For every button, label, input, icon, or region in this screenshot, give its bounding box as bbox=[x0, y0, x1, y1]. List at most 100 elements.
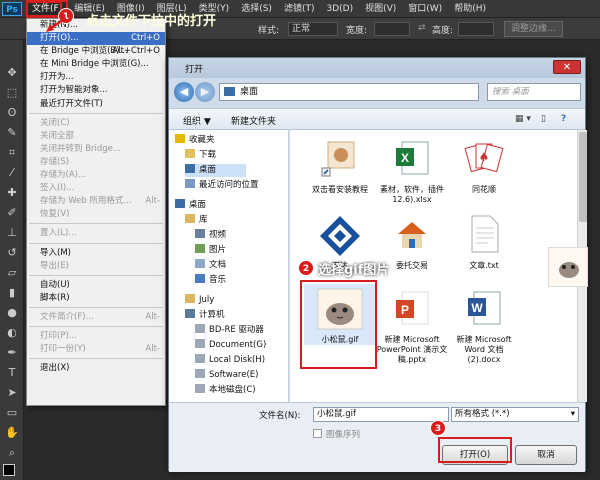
help-icon[interactable]: ? bbox=[561, 114, 566, 124]
path-select-tool-icon[interactable]: ➤ bbox=[3, 384, 21, 402]
move-tool-icon[interactable]: ✥ bbox=[3, 64, 21, 82]
menu-window[interactable]: 窗口(W) bbox=[402, 0, 448, 18]
file-item-text[interactable]: 文章.txt bbox=[448, 210, 520, 271]
file-menu-item-4[interactable]: 打开为... bbox=[27, 71, 165, 84]
nav-item-10[interactable]: July bbox=[185, 294, 214, 307]
nav-item-label: 桌面 bbox=[189, 200, 207, 210]
cancel-button[interactable]: 取消 bbox=[515, 445, 577, 465]
file-item-cards[interactable]: ♠ 同花顺 bbox=[448, 134, 520, 195]
nav-item-1[interactable]: 下载 bbox=[185, 149, 216, 162]
gradient-tool-icon[interactable]: ▮ bbox=[3, 284, 21, 302]
search-input[interactable]: 搜索 桌面 bbox=[487, 83, 581, 101]
shape-tool-icon[interactable]: ▭ bbox=[3, 404, 21, 422]
style-label: 样式: bbox=[258, 26, 280, 36]
file-menu-item-12[interactable]: 存储为(A)... bbox=[27, 169, 165, 182]
file-item-excel[interactable]: X 素材，软件，插件 12.6).xlsx bbox=[376, 134, 448, 205]
width-input[interactable] bbox=[374, 22, 410, 36]
height-input[interactable] bbox=[458, 22, 494, 36]
address-bar[interactable]: 桌面 bbox=[219, 83, 479, 101]
nav-item-13[interactable]: Document(G) bbox=[195, 339, 266, 352]
menu-select[interactable]: 选择(S) bbox=[235, 0, 278, 18]
menu-view[interactable]: 视图(V) bbox=[359, 0, 402, 18]
file-menu-item-10[interactable]: 关闭并转到 Bridge... bbox=[27, 143, 165, 156]
music-icon bbox=[195, 274, 205, 283]
blur-tool-icon[interactable]: ● bbox=[3, 304, 21, 322]
menu-filter[interactable]: 滤镜(T) bbox=[278, 0, 321, 18]
new-folder-button[interactable]: 新建文件夹 bbox=[231, 114, 276, 127]
nav-item-9[interactable]: 音乐 bbox=[195, 274, 226, 287]
dodge-tool-icon[interactable]: ◐ bbox=[3, 324, 21, 342]
nav-item-5[interactable]: 库 bbox=[185, 214, 208, 227]
file-menu-item-3[interactable]: 在 Mini Bridge 中浏览(G)... bbox=[27, 58, 165, 71]
arrow-icon bbox=[46, 16, 67, 32]
nav-item-7[interactable]: 图片 bbox=[195, 244, 226, 257]
swap-icon[interactable]: ⇄ bbox=[418, 23, 426, 33]
nav-item-2[interactable]: 桌面 bbox=[185, 164, 247, 177]
nav-item-3[interactable]: 最近访问的位置 bbox=[185, 179, 259, 192]
filename-field[interactable]: 小松鼠.gif bbox=[313, 407, 449, 422]
eraser-tool-icon[interactable]: ▱ bbox=[3, 264, 21, 282]
back-arrow-icon[interactable]: ◀ bbox=[174, 82, 194, 102]
marquee-tool-icon[interactable]: ⬚ bbox=[3, 84, 21, 102]
file-menu-item-5[interactable]: 打开为智能对象... bbox=[27, 84, 165, 97]
hand-tool-icon[interactable]: ✋ bbox=[3, 424, 21, 442]
history-brush-tool-icon[interactable]: ↺ bbox=[3, 244, 21, 262]
stamp-tool-icon[interactable]: ⊥ bbox=[3, 224, 21, 242]
brush-tool-icon[interactable]: ✐ bbox=[3, 204, 21, 222]
nav-item-label: 计算机 bbox=[199, 310, 225, 320]
file-item-shortcut[interactable]: 双击看安装教程 bbox=[304, 134, 376, 195]
file-menu-item-8[interactable]: 关闭(C) bbox=[27, 117, 165, 130]
file-menu-item-15[interactable]: 恢复(V) bbox=[27, 208, 165, 221]
nav-item-4[interactable]: 桌面 bbox=[175, 199, 206, 212]
style-select[interactable]: 正常 bbox=[288, 22, 338, 36]
nav-item-0[interactable]: 收藏夹 bbox=[175, 134, 215, 147]
zoom-tool-icon[interactable]: ⌕ bbox=[3, 444, 21, 462]
file-menu-item-9[interactable]: 关闭全部 bbox=[27, 130, 165, 143]
nav-item-8[interactable]: 文档 bbox=[195, 259, 226, 272]
file-menu-item-14[interactable]: 存储为 Web 所用格式... Alt- bbox=[27, 195, 165, 208]
scrollbar-thumb[interactable] bbox=[579, 132, 587, 222]
file-menu-item-25[interactable]: 文件简介(F)... Alt- bbox=[27, 311, 165, 324]
nav-item-label: Local Disk(H) bbox=[209, 355, 266, 365]
file-menu-item-20[interactable]: 导出(E) bbox=[27, 260, 165, 273]
file-menu-item-11[interactable]: 存储(S) bbox=[27, 156, 165, 169]
pen-tool-icon[interactable]: ✒ bbox=[3, 344, 21, 362]
menu-3d[interactable]: 3D(D) bbox=[320, 0, 359, 18]
close-icon[interactable]: ✕ bbox=[553, 60, 581, 74]
view-options-icon[interactable]: ▦ ▾ bbox=[515, 114, 531, 124]
blue-logo-icon bbox=[304, 210, 376, 258]
nav-item-label: 收藏夹 bbox=[189, 135, 215, 145]
type-tool-icon[interactable]: T bbox=[3, 364, 21, 382]
file-item-ppt[interactable]: P 新建 Microsoft PowerPoint 演示文稿.pptx bbox=[376, 284, 448, 365]
file-menu-item-19[interactable]: 导入(M) bbox=[27, 247, 165, 260]
preview-pane-icon[interactable]: ▯ bbox=[541, 114, 546, 124]
image-sequence-checkbox[interactable] bbox=[313, 429, 322, 438]
nav-item-15[interactable]: Software(E) bbox=[195, 369, 258, 382]
adjust-edge-button[interactable]: 调整边缘... bbox=[504, 21, 563, 37]
nav-item-6[interactable]: 视频 bbox=[195, 229, 226, 242]
menu-help[interactable]: 帮助(H) bbox=[448, 0, 492, 18]
organize-button[interactable]: 组织 ▼ bbox=[183, 114, 211, 127]
nav-item-16[interactable]: 本地磁盘(C) bbox=[195, 384, 256, 397]
file-menu-item-17[interactable]: 置入(L)... bbox=[27, 227, 165, 240]
file-menu-item-30[interactable]: 退出(X) bbox=[27, 362, 165, 375]
file-menu-item-2[interactable]: 在 Bridge 中浏览(B)... Alt+Ctrl+O bbox=[27, 45, 165, 58]
file-menu-item-22[interactable]: 自动(U) bbox=[27, 279, 165, 292]
file-menu-item-28[interactable]: 打印一份(Y) Alt- bbox=[27, 343, 165, 356]
quick-select-tool-icon[interactable]: ✎ bbox=[3, 124, 21, 142]
nav-item-12[interactable]: BD-RE 驱动器 bbox=[195, 324, 264, 337]
crop-tool-icon[interactable]: ⌗ bbox=[3, 144, 21, 162]
file-menu-item-13[interactable]: 签入(I)... bbox=[27, 182, 165, 195]
filetype-select[interactable]: 所有格式 (*.*) ▾ bbox=[451, 407, 579, 422]
file-menu-item-6[interactable]: 最近打开文件(T) bbox=[27, 98, 165, 111]
file-menu-item-23[interactable]: 脚本(R) bbox=[27, 292, 165, 305]
nav-item-11[interactable]: 计算机 bbox=[185, 309, 225, 322]
nav-item-14[interactable]: Local Disk(H) bbox=[195, 354, 265, 367]
forward-arrow-icon[interactable]: ▶ bbox=[195, 82, 215, 102]
eyedropper-tool-icon[interactable]: ⁄ bbox=[3, 164, 21, 182]
foreground-color-swatch[interactable] bbox=[3, 464, 15, 476]
file-item-word[interactable]: W 新建 Microsoft Word 文档 (2).docx bbox=[448, 284, 520, 365]
file-menu-item-27[interactable]: 打印(P)... bbox=[27, 330, 165, 343]
lasso-tool-icon[interactable]: ʘ bbox=[3, 104, 21, 122]
healing-tool-icon[interactable]: ✚ bbox=[3, 184, 21, 202]
